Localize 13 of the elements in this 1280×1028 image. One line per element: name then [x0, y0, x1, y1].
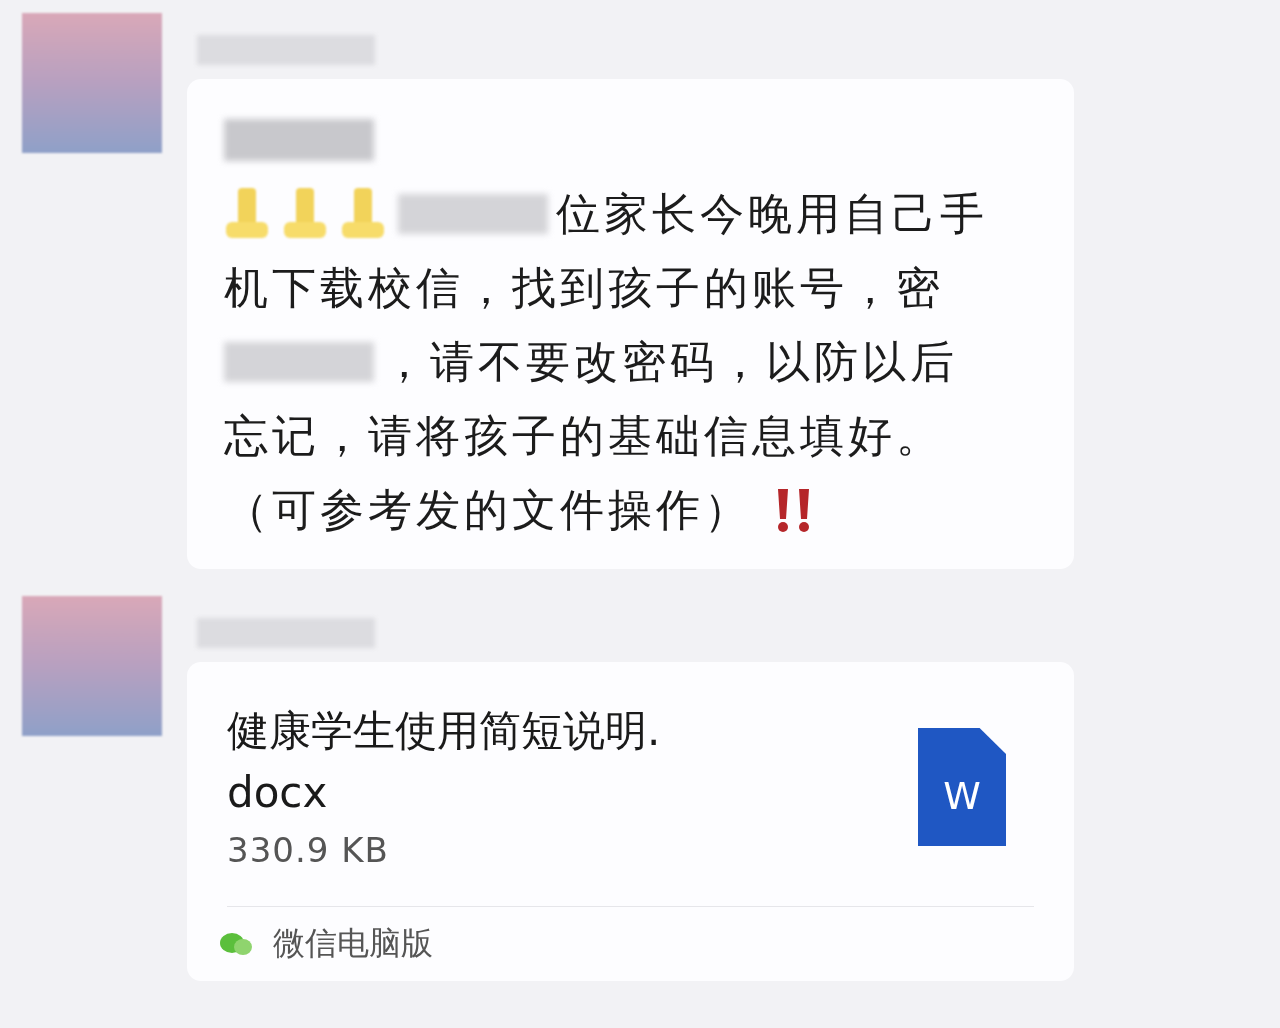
- message-text: 忘记，请将孩子的基础信息填好。: [224, 408, 944, 463]
- file-size: 330.9 KB: [227, 830, 390, 870]
- avatar[interactable]: [22, 596, 162, 736]
- file-card[interactable]: 健康学生使用简短说明.docx 330.9 KB W 微信电脑版: [187, 662, 1074, 981]
- message-text: 机下载校信，找到孩子的账号，密: [224, 260, 944, 315]
- message-text: 位家长今晚用自己手: [556, 186, 988, 241]
- source-label: 微信电脑版: [273, 923, 433, 964]
- document-icon: W: [918, 728, 1006, 846]
- chat-bubbles-icon: [219, 931, 253, 957]
- message-text: （可参考发的文件操作）: [224, 482, 752, 537]
- avatar[interactable]: [22, 13, 162, 153]
- file-name: 健康学生使用简短说明.docx: [227, 705, 662, 819]
- message-text: ，请不要改密码，以防以后: [382, 334, 958, 389]
